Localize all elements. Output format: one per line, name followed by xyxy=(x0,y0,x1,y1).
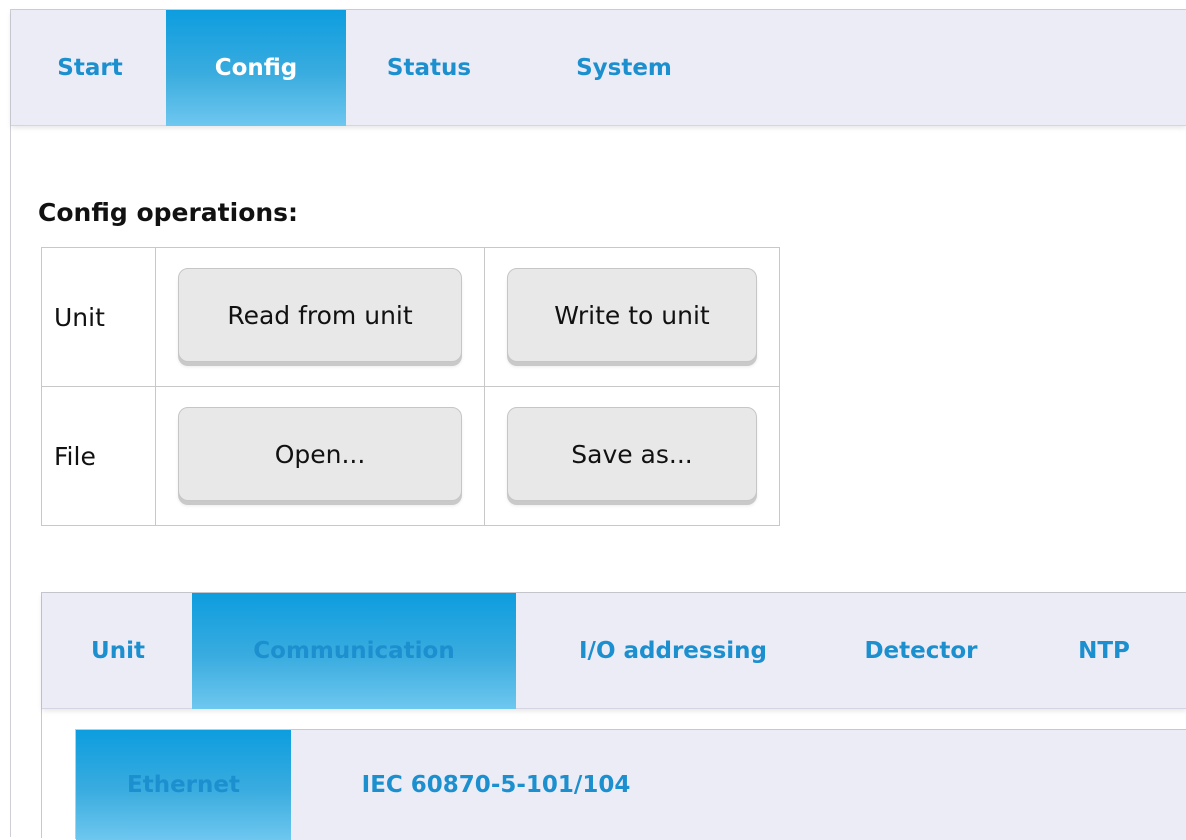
save-as-button[interactable]: Save as... xyxy=(507,407,757,501)
communication-tabs-nav: Ethernet IEC 60870-5-101/104 xyxy=(76,730,1186,840)
table-row: File Open... Save as... xyxy=(41,386,780,526)
table-cell: Write to unit xyxy=(484,247,780,387)
config-tabs-panel: Unit Communication I/O addressing Detect… xyxy=(41,592,1186,840)
top-nav: Start Config Status System xyxy=(11,10,1186,126)
tab-ethernet[interactable]: Ethernet xyxy=(76,730,291,840)
table-cell: Read from unit xyxy=(155,247,485,387)
tab-communication[interactable]: Communication xyxy=(192,593,516,709)
page: Start Config Status System Config operat… xyxy=(10,9,1186,840)
tab-status[interactable]: Status xyxy=(369,10,489,126)
tab-ntp[interactable]: NTP xyxy=(1054,593,1154,709)
tab-io-addressing[interactable]: I/O addressing xyxy=(542,593,804,709)
read-from-unit-button[interactable]: Read from unit xyxy=(178,268,462,362)
tab-system[interactable]: System xyxy=(544,10,704,126)
table-row: Unit Read from unit Write to unit xyxy=(41,247,780,387)
write-to-unit-button[interactable]: Write to unit xyxy=(507,268,757,362)
row-label-file: File xyxy=(41,386,156,526)
tab-iec-60870[interactable]: IEC 60870-5-101/104 xyxy=(316,730,676,840)
tab-start[interactable]: Start xyxy=(34,10,146,126)
tab-unit[interactable]: Unit xyxy=(64,593,172,709)
config-tabs-nav: Unit Communication I/O addressing Detect… xyxy=(42,593,1186,709)
open-file-button[interactable]: Open... xyxy=(178,407,462,501)
row-label-unit: Unit xyxy=(41,247,156,387)
tab-config[interactable]: Config xyxy=(166,10,346,126)
table-cell: Save as... xyxy=(484,386,780,526)
table-cell: Open... xyxy=(155,386,485,526)
tab-detector[interactable]: Detector xyxy=(842,593,1000,709)
config-operations-table: Unit Read from unit Write to unit File O… xyxy=(41,247,780,526)
communication-panel: Ethernet IEC 60870-5-101/104 xyxy=(75,729,1186,840)
config-operations-heading: Config operations: xyxy=(38,198,299,227)
